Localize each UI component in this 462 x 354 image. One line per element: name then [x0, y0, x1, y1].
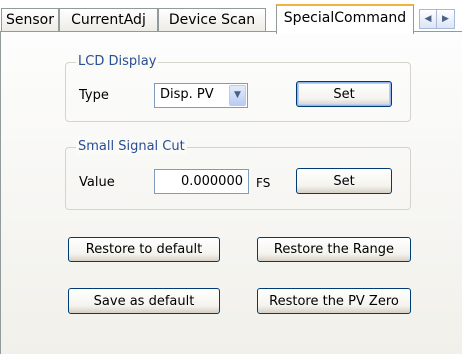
lcd-type-dropdown[interactable]: Disp. PV ▼	[154, 83, 248, 108]
save-as-default-button[interactable]: Save as default	[68, 288, 220, 314]
tab-strip: Sensor CurrentAdj Device Scan SpecialCom…	[0, 0, 462, 34]
small-signal-value-input[interactable]: 0.000000	[154, 169, 249, 194]
restore-range-button[interactable]: Restore the Range	[257, 237, 411, 262]
restore-to-default-button[interactable]: Restore to default	[68, 237, 220, 262]
scroll-right-icon[interactable]: ▶	[437, 9, 455, 29]
lcd-type-value: Disp. PV	[160, 87, 214, 102]
type-label: Type	[79, 88, 109, 103]
tab-sensor[interactable]: Sensor	[1, 8, 59, 32]
lcd-set-button[interactable]: Set	[296, 81, 392, 107]
small-signal-set-button[interactable]: Set	[296, 168, 392, 194]
tab-specialcommand[interactable]: SpecialCommand	[276, 4, 414, 34]
restore-pv-zero-button[interactable]: Restore the PV Zero	[257, 288, 411, 314]
value-label: Value	[79, 175, 115, 190]
scroll-left-icon[interactable]: ◀	[419, 9, 437, 29]
chevron-down-icon[interactable]: ▼	[229, 85, 246, 106]
tab-device-scan[interactable]: Device Scan	[158, 8, 266, 32]
small-signal-cut-group: Small Signal Cut Value 0.000000 FS Set	[65, 139, 411, 210]
special-command-panel: LCD Display Type Disp. PV ▼ Set Small Si…	[0, 31, 462, 354]
fs-unit-label: FS	[256, 176, 271, 190]
small-signal-cut-title: Small Signal Cut	[76, 139, 187, 155]
lcd-display-title: LCD Display	[76, 54, 159, 70]
tab-scroll-buttons: ◀ ▶	[419, 9, 455, 29]
lcd-display-group: LCD Display Type Disp. PV ▼ Set	[65, 54, 411, 122]
tab-currentadj[interactable]: CurrentAdj	[59, 8, 158, 32]
special-command-window: Sensor CurrentAdj Device Scan SpecialCom…	[0, 0, 462, 354]
